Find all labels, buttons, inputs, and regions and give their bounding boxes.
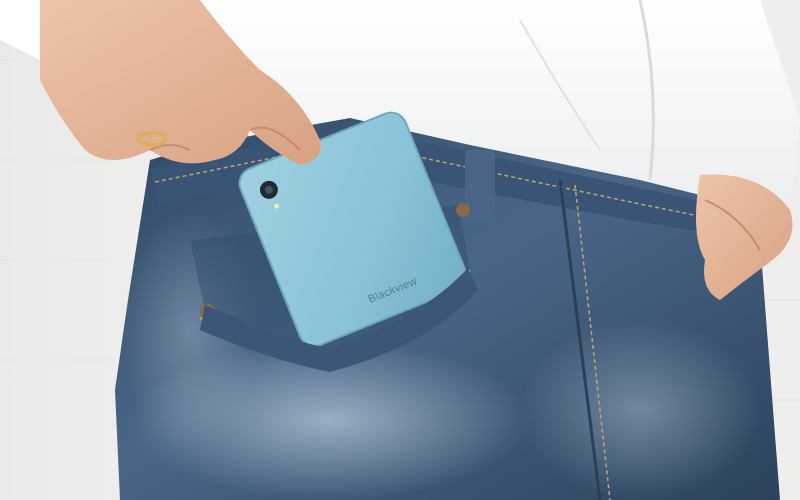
product-photo: Blackview [0, 0, 800, 500]
jeans-fade [520, 320, 760, 500]
rivet [456, 203, 470, 217]
photo-illustration: Blackview [0, 0, 800, 500]
